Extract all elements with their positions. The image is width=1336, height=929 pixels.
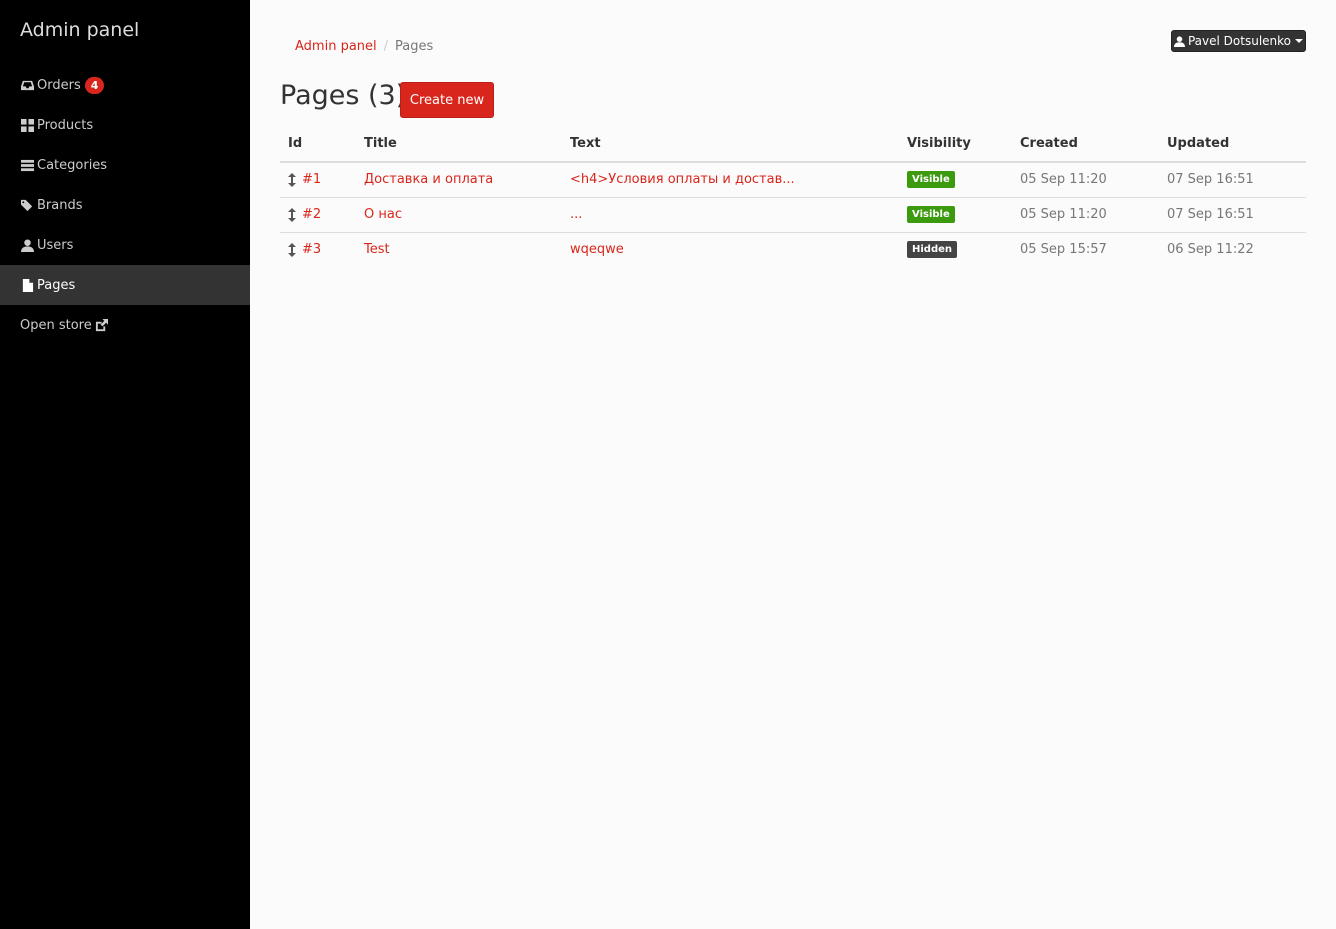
sidebar-item-label: Categories (37, 157, 108, 173)
status-badge: Visible (907, 171, 955, 189)
table-row: #1 Доставка и оплата <h4>Условия оплаты … (280, 162, 1306, 198)
breadcrumb-separator: / (383, 39, 389, 54)
row-title-link[interactable]: Доставка и оплата (364, 172, 493, 187)
column-header-visibility[interactable]: Visibility (899, 126, 1012, 163)
app-title: Admin panel (20, 19, 140, 41)
sidebar-item-label: Orders (37, 77, 81, 93)
created-cell: 05 Sep 15:57 (1020, 242, 1107, 258)
user-icon (20, 238, 34, 252)
status-badge: Visible (907, 206, 955, 223)
text-cell: ... (562, 197, 899, 233)
text-cell: <h4>Условия оплаты и достав... (562, 162, 899, 198)
main-content: Admin panel / Pages Pavel Dotsulenko Pag… (250, 0, 1336, 929)
user-icon (1173, 35, 1188, 47)
orders-count-badge: 4 (84, 76, 105, 94)
sidebar-item-products[interactable]: Products (0, 105, 250, 145)
status-badge: Hidden (907, 241, 958, 259)
sidebar-nav: Orders 4 Products Categories Brands User… (0, 65, 250, 345)
sidebar-item-brands[interactable]: Brands (0, 185, 250, 225)
th-large-icon (20, 118, 34, 132)
caret-down-icon (1295, 39, 1303, 43)
sidebar-item-orders[interactable]: Orders 4 (0, 65, 250, 105)
drag-handle-icon[interactable] (288, 172, 296, 187)
updated-cell: 07 Sep 16:51 (1159, 162, 1306, 198)
row-text-link[interactable]: wqeqwe (570, 242, 624, 257)
row-title-link[interactable]: Test (364, 242, 390, 257)
row-id-link[interactable]: #2 (302, 207, 321, 222)
sidebar-item-categories[interactable]: Categories (0, 145, 250, 185)
column-header-id[interactable]: Id (280, 126, 356, 163)
file-icon (20, 278, 34, 292)
sidebar-item-label: Products (37, 117, 94, 133)
text-cell: wqeqwe (562, 232, 899, 267)
visibility-cell: Visible (899, 162, 1012, 198)
column-header-text[interactable]: Text (562, 126, 899, 163)
id-cell: #2 (280, 197, 356, 233)
sidebar-item-pages[interactable]: Pages (0, 265, 250, 305)
title-cell: Доставка и оплата (356, 162, 562, 198)
row-title-link[interactable]: О нас (364, 207, 402, 222)
created-cell: 05 Sep 11:20 (1012, 162, 1159, 198)
sidebar-item-label: Pages (37, 277, 76, 293)
id-cell: #1 (280, 162, 356, 198)
table-row: #3 Test wqeqwe Hidden 05 Sep 15:57 06 Se… (280, 232, 1306, 267)
user-menu-button[interactable]: Pavel Dotsulenko (1171, 30, 1306, 52)
drag-handle-icon[interactable] (288, 242, 296, 257)
drag-handle-icon[interactable] (288, 207, 296, 222)
created-cell: 05 Sep 11:20 (1012, 197, 1159, 233)
inbox-icon (20, 78, 34, 92)
id-cell: #3 (280, 232, 356, 267)
visibility-cell: Visible (899, 197, 1012, 233)
external-link-icon (95, 318, 108, 332)
row-text-link[interactable]: <h4>Условия оплаты и достав... (570, 172, 795, 187)
sidebar-item-label: Users (37, 237, 74, 253)
column-header-updated[interactable]: Updated (1159, 126, 1306, 163)
row-id-link[interactable]: #3 (302, 242, 321, 257)
breadcrumb-root-link[interactable]: Admin panel (295, 39, 377, 54)
sidebar-item-open-store[interactable]: Open store (0, 305, 250, 345)
sidebar-item-label: Open store (20, 317, 92, 333)
breadcrumb: Admin panel / Pages (295, 39, 433, 54)
sidebar-item-label: Brands (37, 197, 83, 213)
updated-cell: 06 Sep 11:22 (1167, 242, 1254, 258)
column-header-created[interactable]: Created (1012, 126, 1159, 163)
sidebar-item-users[interactable]: Users (0, 225, 250, 265)
row-text-link[interactable]: ... (570, 207, 582, 222)
row-id-link[interactable]: #1 (302, 172, 321, 187)
table-row: #2 О нас ... Visible 05 Sep 11:20 07 Sep… (280, 197, 1306, 233)
page-title: Pages (3) (280, 80, 407, 111)
table-header-row: Id Title Text Visibility Created Updated (280, 126, 1306, 163)
tasks-icon (20, 158, 34, 172)
sidebar: Admin panel Orders 4 Products Categories (0, 0, 250, 929)
tags-icon (20, 198, 34, 212)
pages-table: Id Title Text Visibility Created Updated… (280, 126, 1306, 267)
create-new-button[interactable]: Create new (400, 82, 494, 118)
visibility-cell: Hidden (899, 232, 1012, 267)
user-name: Pavel Dotsulenko (1187, 34, 1291, 48)
updated-cell: 07 Sep 16:51 (1159, 197, 1306, 233)
title-cell: О нас (356, 197, 562, 233)
breadcrumb-current: Pages (395, 39, 434, 54)
column-header-title[interactable]: Title (356, 126, 562, 163)
title-cell: Test (356, 232, 562, 267)
